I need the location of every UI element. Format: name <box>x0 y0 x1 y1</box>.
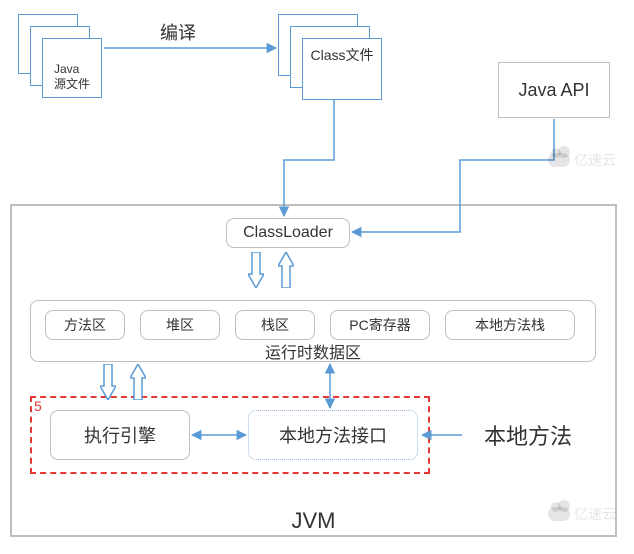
native-stack-box: 本地方法栈 <box>445 310 575 340</box>
heap-box: 堆区 <box>140 310 220 340</box>
native-iface-text: 本地方法接口 <box>279 422 387 448</box>
jvm-label: JVM <box>10 508 617 534</box>
hollow-arrow-down-icon <box>100 364 116 400</box>
native-method-text: 本地方法 <box>484 419 572 451</box>
java-source-label: Java 源文件 <box>42 38 102 98</box>
highlight-number-text: 5 <box>34 398 42 414</box>
classloader-text: ClassLoader <box>243 224 333 242</box>
watermark-text: 亿速云 <box>574 150 616 170</box>
pc-register-box: PC寄存器 <box>330 310 430 340</box>
cloud-icon <box>548 507 570 521</box>
watermark-text: 亿速云 <box>574 504 616 524</box>
native-iface-box: 本地方法接口 <box>248 410 418 460</box>
native-stack-text: 本地方法栈 <box>475 315 545 335</box>
pc-register-text: PC寄存器 <box>349 315 410 335</box>
hollow-arrow-up-icon <box>130 364 146 400</box>
java-source-text: Java 源文件 <box>54 62 90 91</box>
hollow-arrow-up-icon <box>278 252 294 288</box>
compile-label: 编译 <box>148 20 208 44</box>
classloader-box: ClassLoader <box>226 218 350 248</box>
class-file-label-box: Class文件 <box>302 38 382 100</box>
native-method-label: 本地方法 <box>468 418 588 452</box>
watermark: 亿速云 <box>548 504 616 524</box>
stack-box: 栈区 <box>235 310 315 340</box>
cloud-icon <box>548 153 570 167</box>
method-area-box: 方法区 <box>45 310 125 340</box>
highlight-number: 5 <box>34 398 42 414</box>
class-file-text: Class文件 <box>310 47 373 64</box>
java-api-box: Java API <box>498 62 610 118</box>
heap-text: 堆区 <box>166 315 194 335</box>
stack-text: 栈区 <box>261 315 289 335</box>
method-area-text: 方法区 <box>64 315 106 335</box>
java-api-text: Java API <box>518 80 589 101</box>
runtime-area-label: 运行时数据区 <box>30 340 596 362</box>
arrow-classfile-to-classloader <box>284 100 334 216</box>
hollow-arrow-down-icon <box>248 252 264 288</box>
runtime-area-text: 运行时数据区 <box>265 339 361 363</box>
watermark: 亿速云 <box>548 150 616 170</box>
jvm-text: JVM <box>292 508 336 534</box>
exec-engine-text: 执行引擎 <box>84 422 156 448</box>
exec-engine-box: 执行引擎 <box>50 410 190 460</box>
compile-text: 编译 <box>160 19 196 45</box>
